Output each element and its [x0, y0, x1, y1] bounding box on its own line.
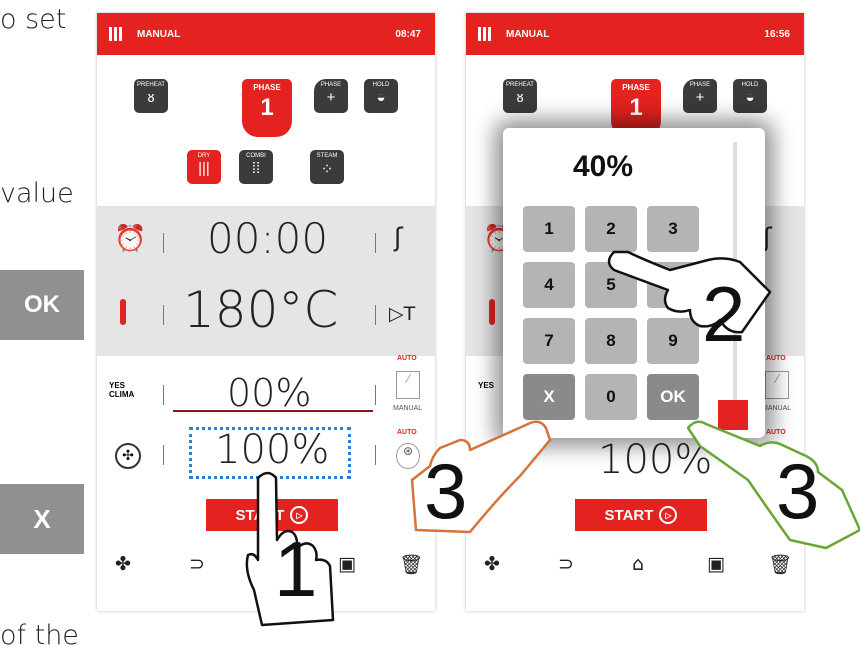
step-number-1: 1	[274, 525, 318, 613]
step-number-3a: 3	[424, 447, 468, 535]
hand-pointer-icon-3b	[686, 420, 860, 550]
step-number-3b: 3	[776, 447, 820, 535]
hand-pointer-icon-2	[607, 250, 772, 334]
step-number-2: 2	[702, 270, 746, 358]
